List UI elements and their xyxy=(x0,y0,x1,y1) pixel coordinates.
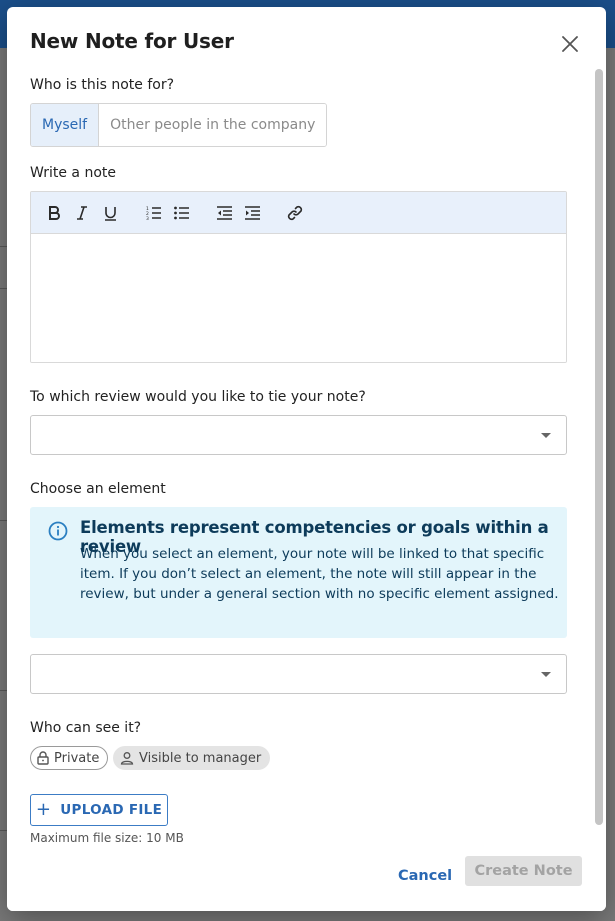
private-chip[interactable]: Private xyxy=(30,746,109,770)
recipient-label: Who is this note for? xyxy=(30,77,175,93)
cancel-button[interactable]: Cancel xyxy=(392,861,458,891)
bullet-list-icon[interactable] xyxy=(172,204,190,222)
lock-icon xyxy=(37,751,49,765)
visible-to-manager-chip[interactable]: Visible to manager xyxy=(113,746,271,770)
upload-file-label: UPLOAD FILE xyxy=(60,802,163,818)
note-label: Write a note xyxy=(30,165,116,181)
close-button[interactable] xyxy=(557,31,583,57)
element-label: Choose an element xyxy=(30,481,166,497)
recipient-toggle: Myself Other people in the company xyxy=(30,103,328,147)
ordered-list-icon[interactable]: 123 xyxy=(144,204,162,222)
close-icon xyxy=(562,36,578,52)
info-icon xyxy=(48,521,68,541)
bold-icon[interactable] xyxy=(45,204,63,222)
upload-file-button[interactable]: + UPLOAD FILE xyxy=(30,794,168,826)
review-select[interactable] xyxy=(30,415,567,455)
scrollbar-thumb[interactable] xyxy=(595,69,603,825)
info-text: When you select an element, your note wi… xyxy=(80,546,559,602)
recipient-option-others[interactable]: Other people in the company xyxy=(99,104,327,146)
dialog-footer: Cancel Create Note xyxy=(7,847,606,911)
scrollbar[interactable] xyxy=(594,67,604,837)
person-icon xyxy=(120,752,134,765)
note-editor: 123 xyxy=(30,191,567,363)
private-chip-label: Private xyxy=(54,750,100,766)
max-file-size-text: Maximum file size: 10 MB xyxy=(30,831,184,845)
element-info-box: Elements represent competencies or goals… xyxy=(30,507,567,638)
create-note-button[interactable]: Create Note xyxy=(465,856,582,886)
recipient-option-myself[interactable]: Myself xyxy=(31,104,100,146)
dropdown-caret-icon xyxy=(541,433,551,438)
element-select[interactable] xyxy=(30,654,567,694)
dialog-title: New Note for User xyxy=(30,29,234,53)
visible-to-manager-label: Visible to manager xyxy=(139,750,262,766)
link-icon[interactable] xyxy=(286,204,304,222)
outdent-icon[interactable] xyxy=(215,204,233,222)
svg-text:3: 3 xyxy=(146,216,149,220)
note-textarea[interactable] xyxy=(31,234,566,362)
dropdown-caret-icon xyxy=(541,672,551,677)
review-label: To which review would you like to tie yo… xyxy=(30,389,366,405)
new-note-dialog: New Note for User Who is this note for? … xyxy=(7,7,606,911)
visibility-label: Who can see it? xyxy=(30,720,142,736)
italic-icon[interactable] xyxy=(73,204,91,222)
indent-icon[interactable] xyxy=(243,204,261,222)
underline-icon[interactable] xyxy=(101,204,119,222)
editor-toolbar: 123 xyxy=(31,192,566,234)
plus-icon: + xyxy=(35,798,52,820)
